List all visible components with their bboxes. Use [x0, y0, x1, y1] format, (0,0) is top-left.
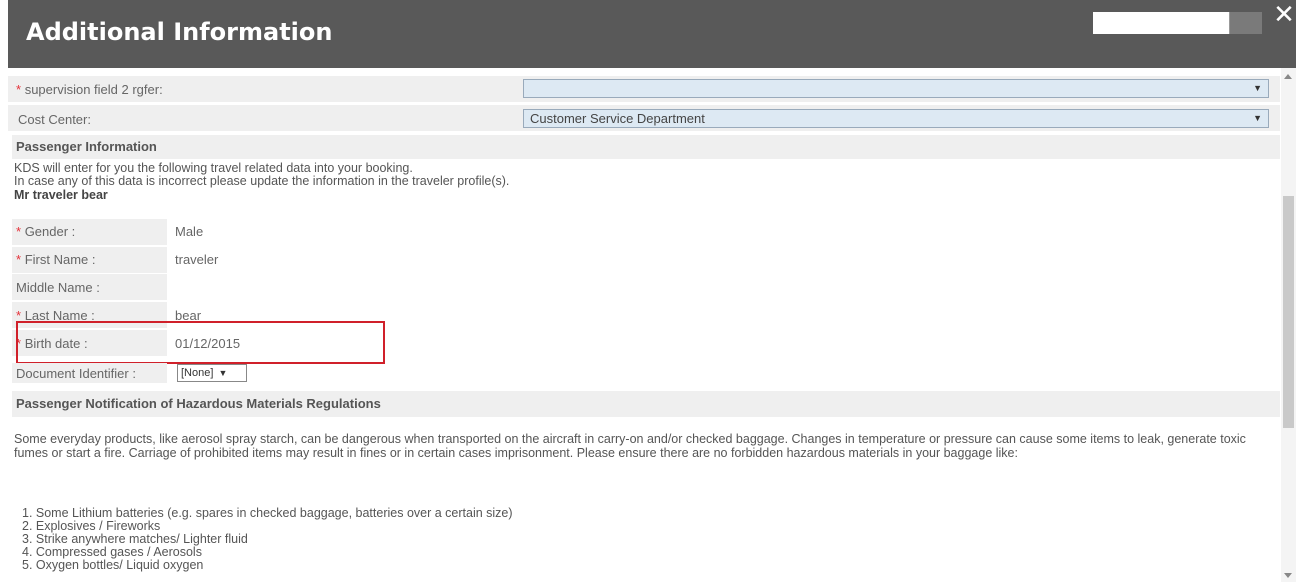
gender-row: * Gender : Male — [8, 219, 388, 245]
hazmat-list: 1. Some Lithium batteries (e.g. spares i… — [22, 507, 513, 572]
document-identifier-select[interactable]: [None] ▼ — [177, 364, 247, 382]
middle-name-label: Middle Name : — [16, 280, 100, 295]
document-identifier-value: [None] — [181, 367, 214, 379]
passenger-intro-line2: In case any of this data is incorrect pl… — [14, 174, 510, 188]
cost-center-select[interactable]: Customer Service Department ▼ — [523, 109, 1269, 128]
supervision-field-row: * supervision field 2 rgfer: ▼ — [8, 76, 1280, 102]
scroll-up-icon[interactable] — [1284, 74, 1292, 79]
middle-name-row: Middle Name : — [8, 274, 388, 300]
required-marker: * — [16, 224, 22, 239]
hazmat-section-title: Passenger Notification of Hazardous Mate… — [12, 391, 1280, 417]
dropdown-arrow-icon: ▼ — [1253, 113, 1262, 123]
cost-center-value: Customer Service Department — [530, 111, 705, 126]
list-item: 5. Oxygen bottles/ Liquid oxygen — [22, 558, 204, 572]
gender-label: Gender : — [24, 224, 76, 239]
hazmat-paragraph: Some everyday products, like aerosol spr… — [14, 432, 1246, 460]
cost-center-label: Cost Center: — [18, 112, 91, 127]
gender-value: Male — [175, 224, 204, 239]
required-marker: * — [16, 252, 22, 267]
vertical-scrollbar[interactable] — [1281, 68, 1296, 582]
first-name-row: * First Name : traveler — [8, 247, 388, 273]
dropdown-arrow-icon: ▼ — [218, 368, 228, 378]
first-name-label: First Name : — [24, 252, 96, 267]
dialog-content: * supervision field 2 rgfer: ▼ Cost Cent… — [8, 68, 1280, 582]
traveler-name: Mr traveler bear — [14, 188, 108, 202]
scrollbar-thumb[interactable] — [1283, 196, 1294, 428]
passenger-intro-line1: KDS will enter for you the following tra… — [14, 161, 413, 175]
header-search-button[interactable] — [1229, 12, 1262, 34]
supervision-field-label: supervision field 2 rgfer: — [24, 82, 163, 97]
document-identifier-label: Document Identifier : — [16, 366, 136, 381]
dialog-title: Additional Information — [26, 18, 333, 46]
cost-center-row: Cost Center: Customer Service Department… — [8, 105, 1280, 131]
required-marker: * — [16, 82, 22, 97]
dropdown-arrow-icon: ▼ — [1253, 83, 1262, 93]
birth-date-highlight — [16, 321, 385, 364]
passenger-section-title: Passenger Information — [12, 135, 1280, 159]
supervision-field-select[interactable]: ▼ — [523, 79, 1269, 98]
dialog-header: Additional Information ✕ — [8, 0, 1296, 68]
close-icon[interactable]: ✕ — [1272, 2, 1296, 28]
first-name-value: traveler — [175, 252, 219, 267]
scroll-down-icon[interactable] — [1284, 573, 1292, 578]
header-search-input[interactable] — [1093, 12, 1229, 34]
